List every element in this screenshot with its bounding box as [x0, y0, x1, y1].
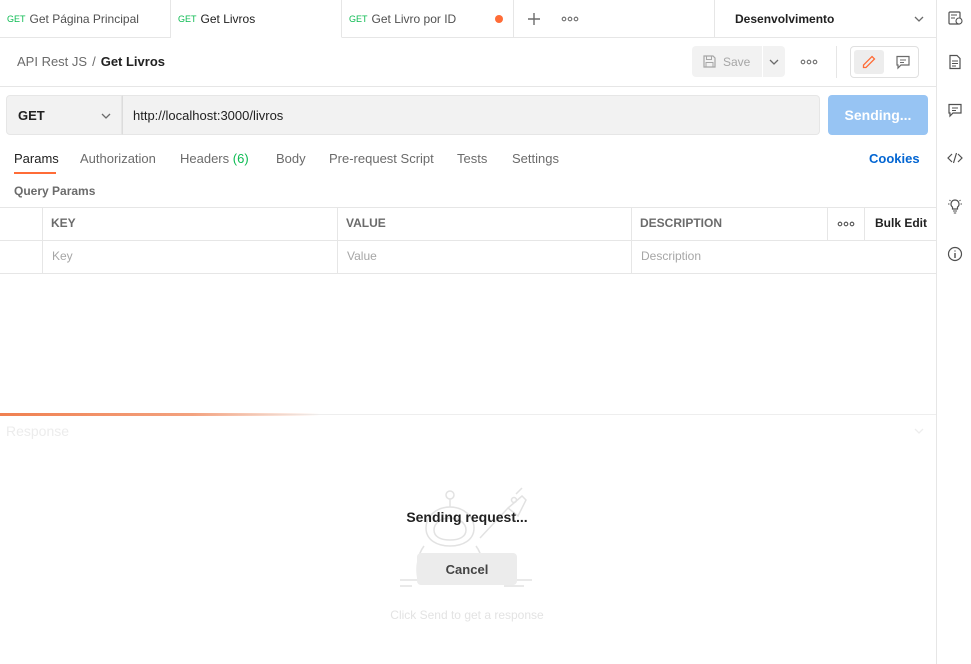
headers-count-badge: (6)	[232, 151, 249, 166]
save-icon	[702, 54, 717, 69]
key-input[interactable]: Key	[52, 249, 73, 263]
column-header-value: VALUE	[346, 216, 386, 230]
url-input[interactable]: http://localhost:3000/livros	[122, 95, 820, 135]
comment-mode-button[interactable]	[889, 50, 917, 74]
tab-settings[interactable]: Settings	[512, 151, 559, 166]
save-options-dropdown[interactable]	[763, 46, 785, 77]
tab-label: Get Livro por ID	[371, 12, 457, 26]
edit-mode-button[interactable]	[854, 50, 884, 74]
sending-request-text: Sending request...	[406, 509, 528, 525]
more-actions-icon[interactable]	[800, 54, 818, 70]
tab-label: Get Livros	[200, 11, 256, 26]
bulk-edit-button[interactable]: Bulk Edit	[875, 216, 927, 230]
cancel-label: Cancel	[445, 561, 489, 577]
breadcrumb-collection[interactable]: API Rest JS	[17, 54, 87, 69]
breadcrumb-request-name[interactable]: Get Livros	[101, 54, 165, 69]
table-border	[0, 273, 936, 274]
tab-pre-request-script[interactable]: Pre-request Script	[329, 151, 434, 166]
column-header-description: DESCRIPTION	[640, 216, 723, 230]
table-border	[864, 207, 865, 240]
value-input[interactable]: Value	[347, 249, 377, 263]
tab-params[interactable]: Params	[14, 151, 59, 166]
url-text: http://localhost:3000/livros	[133, 107, 284, 123]
table-border	[42, 207, 43, 273]
table-border	[337, 207, 338, 273]
comments-icon[interactable]	[947, 102, 963, 118]
chevron-down-icon[interactable]	[913, 425, 925, 437]
active-tab-indicator	[14, 172, 56, 174]
tab-headers-label: Headers	[180, 151, 230, 166]
cookies-link[interactable]: Cookies	[869, 151, 920, 166]
tab-body[interactable]: Body	[276, 151, 306, 166]
chevron-down-icon	[768, 56, 780, 68]
tab-headers[interactable]: Headers (6)	[180, 151, 249, 166]
column-options-icon[interactable]	[837, 216, 855, 232]
code-icon[interactable]	[947, 150, 963, 166]
response-title: Response	[6, 423, 70, 439]
new-tab-plus-icon[interactable]	[526, 11, 542, 27]
tab-label: Get Página Principal	[29, 12, 139, 26]
view-mode-toggle	[850, 46, 919, 78]
query-params-title: Query Params	[14, 184, 96, 198]
divider	[0, 86, 936, 87]
tab-method: GET	[7, 14, 26, 24]
response-hint-text: Click Send to get a response	[390, 608, 544, 622]
environment-quick-look-icon[interactable]	[947, 10, 963, 26]
environment-selector[interactable]: Desenvolvimento	[714, 0, 936, 38]
table-border	[827, 207, 828, 240]
lightbulb-icon[interactable]	[947, 198, 963, 214]
info-icon[interactable]	[947, 246, 963, 262]
table-border	[0, 207, 936, 208]
documentation-icon[interactable]	[947, 54, 963, 70]
save-label: Save	[723, 54, 751, 69]
tab-get-livros[interactable]: GET Get Livros	[171, 0, 342, 38]
tab-method: GET	[178, 13, 197, 24]
tab-get-pagina-principal[interactable]: GET Get Página Principal	[0, 0, 171, 38]
send-label: Sending...	[844, 107, 912, 123]
chevron-down-icon	[100, 110, 112, 122]
table-border	[0, 240, 936, 241]
right-sidebar	[936, 0, 971, 664]
save-button[interactable]: Save	[692, 46, 762, 77]
send-button[interactable]: Sending...	[828, 95, 928, 135]
sending-progress-bar	[0, 413, 320, 416]
tab-options-icon[interactable]	[561, 11, 579, 27]
cancel-button[interactable]: Cancel	[417, 553, 517, 585]
description-input[interactable]: Description	[641, 249, 701, 263]
divider	[836, 46, 837, 78]
unsaved-dot-icon	[495, 15, 503, 23]
tab-tests[interactable]: Tests	[457, 151, 487, 166]
comment-icon	[895, 54, 911, 70]
column-header-key: KEY	[51, 216, 76, 230]
pencil-icon	[861, 54, 877, 70]
method-label: GET	[18, 107, 45, 123]
tab-get-livro-por-id[interactable]: GET Get Livro por ID	[342, 0, 514, 38]
tab-authorization[interactable]: Authorization	[80, 151, 156, 166]
environment-label: Desenvolvimento	[735, 12, 835, 26]
chevron-down-icon	[913, 13, 925, 25]
table-border	[631, 207, 632, 273]
breadcrumb-separator: /	[92, 54, 96, 69]
breadcrumb: API Rest JS / Get Livros	[17, 54, 165, 69]
tab-method: GET	[349, 14, 368, 24]
method-select[interactable]: GET	[6, 95, 122, 135]
